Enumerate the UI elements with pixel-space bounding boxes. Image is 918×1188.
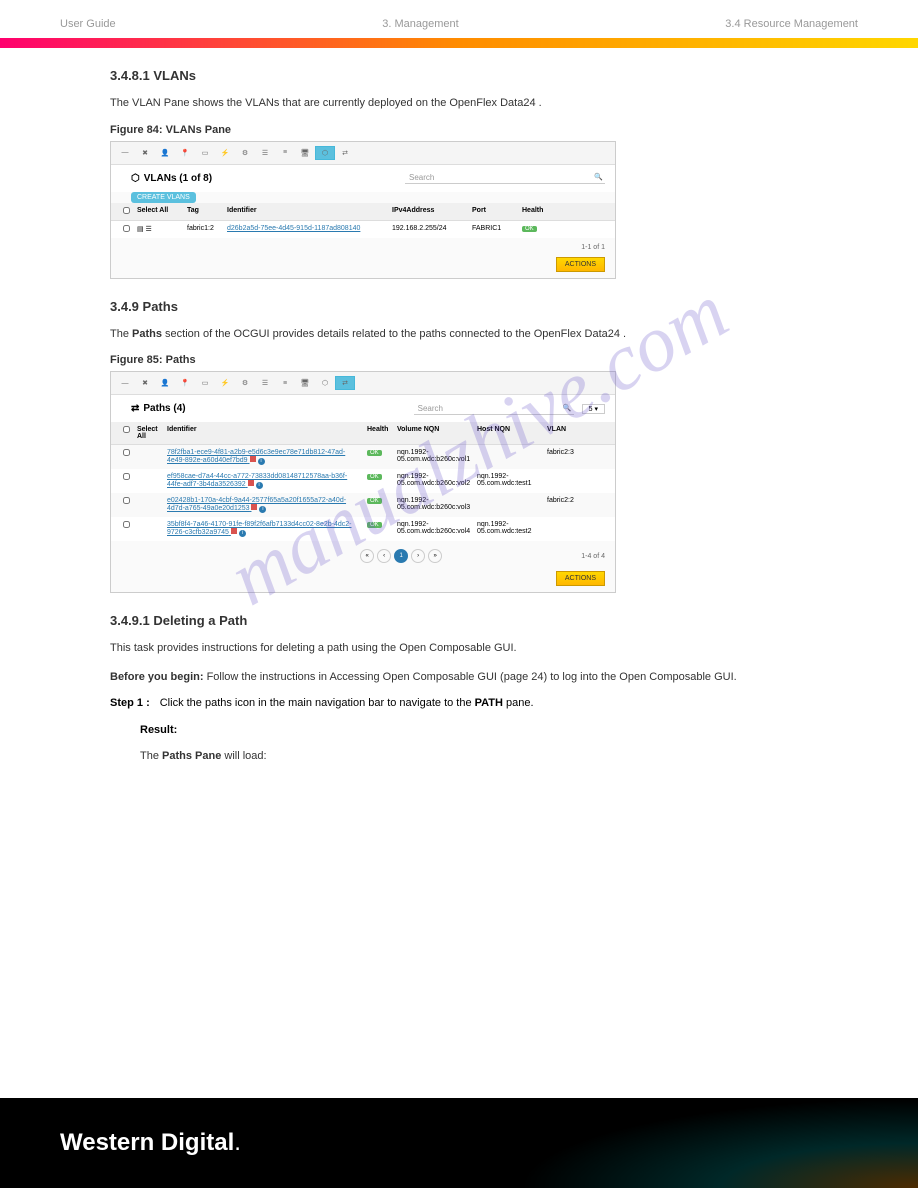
row-checkbox[interactable] xyxy=(123,225,130,232)
gear-icon[interactable]: ⚙ xyxy=(235,146,255,160)
stack-icon[interactable]: ≡ xyxy=(275,376,295,390)
monitor-icon[interactable]: 🖥 xyxy=(295,146,315,160)
identifier-link[interactable]: 35bf8f4-7a46-4170-91fe-f89f2f6afb7133d4c… xyxy=(165,520,365,538)
result-label: Result: xyxy=(140,724,858,736)
info-icon[interactable]: i xyxy=(259,506,266,513)
user-icon[interactable]: 👤 xyxy=(155,376,175,390)
footer-wave-graphic xyxy=(518,1098,918,1188)
section-title-vlans: 3.4.8.1 VLANs xyxy=(110,68,858,83)
monitor-icon[interactable]: 🖥 xyxy=(295,376,315,390)
identifier-link[interactable]: e02428b1-170a-4cbf-9a44-2577f65a5a20f165… xyxy=(165,496,365,514)
tools-icon[interactable]: ✖ xyxy=(135,376,155,390)
section-title-paths: 3.4.9 Paths xyxy=(110,299,858,314)
step-1: Step 1 : Click the paths icon in the mai… xyxy=(110,697,858,709)
delete-intro: This task provides instructions for dele… xyxy=(110,640,858,657)
paths-icon[interactable]: ⇄ xyxy=(335,146,355,160)
identifier-link[interactable]: 78f2fba1-ece9-4f81-a2b9-e5d6c3e9ec78e71d… xyxy=(165,448,365,466)
vlan-title-icon: ⬡ xyxy=(131,173,140,184)
page-next[interactable]: › xyxy=(411,549,425,563)
info-icon[interactable]: i xyxy=(258,458,265,465)
paths-intro: The Paths section of the OCGUI provides … xyxy=(110,326,858,343)
signal-icon[interactable]: ⚡ xyxy=(215,376,235,390)
location-icon[interactable]: 📍 xyxy=(175,376,195,390)
row-checkbox[interactable] xyxy=(123,497,130,504)
page-1[interactable]: 1 xyxy=(394,549,408,563)
minimize-icon[interactable]: — xyxy=(115,376,135,390)
host-icon[interactable]: ▭ xyxy=(195,376,215,390)
delete-icon[interactable] xyxy=(231,528,237,534)
tree-icon[interactable]: ☰ xyxy=(255,146,275,160)
stack-icon[interactable]: ≡ xyxy=(275,146,295,160)
table-row: ▤ ☰ fabric1:2 d26b2a5d-75ee-4d45-915d-11… xyxy=(111,221,615,238)
screenshot-vlans: — ✖ 👤 📍 ▭ ⚡ ⚙ ☰ ≡ 🖥 ⬡ ⇄ ⬡VLANs (1 of 8) … xyxy=(110,141,616,279)
row-checkbox[interactable] xyxy=(123,449,130,456)
table-header: Select All Identifier Health Volume NQN … xyxy=(111,422,615,445)
paths-title-icon: ⇄ xyxy=(131,403,139,414)
host-icon[interactable]: ▭ xyxy=(195,146,215,160)
pagination: 1-4 of 4 xyxy=(581,553,605,560)
table-row: e02428b1-170a-4cbf-9a44-2577f65a5a20f165… xyxy=(111,493,615,517)
health-badge: OK xyxy=(522,226,537,232)
location-icon[interactable]: 📍 xyxy=(175,146,195,160)
pagination-controls: « ‹ 1 › » xyxy=(356,545,446,567)
pane-title: ⇄Paths (4) xyxy=(121,397,196,420)
tools-icon[interactable]: ✖ xyxy=(135,146,155,160)
user-icon[interactable]: 👤 xyxy=(155,146,175,160)
minimize-icon[interactable]: — xyxy=(115,146,135,160)
search-input[interactable]: Search xyxy=(414,403,574,415)
page-size-select[interactable]: 5 ▾ xyxy=(582,404,605,414)
info-icon[interactable]: i xyxy=(256,482,263,489)
header-center: 3. Management xyxy=(382,18,458,30)
identifier-link[interactable]: ef958cae-d7a4-44cc-a772-73833dd081487125… xyxy=(165,472,365,490)
table-row: 35bf8f4-7a46-4170-91fe-f89f2f6afb7133d4c… xyxy=(111,517,615,541)
page-header: User Guide 3. Management 3.4 Resource Ma… xyxy=(0,0,918,38)
create-vlans-button[interactable]: CREATE VLANS xyxy=(131,192,196,203)
info-icon[interactable]: i xyxy=(239,530,246,537)
vlan-icon[interactable]: ⬡ xyxy=(315,376,335,390)
page-footer: Western Digital. xyxy=(0,1098,918,1188)
signal-icon[interactable]: ⚡ xyxy=(215,146,235,160)
pane-title: ⬡VLANs (1 of 8) xyxy=(121,167,222,190)
page-first[interactable]: « xyxy=(360,549,374,563)
actions-button[interactable]: ACTIONS xyxy=(556,257,605,272)
vlans-intro: The VLAN Pane shows the VLANs that are c… xyxy=(110,95,858,112)
figure-title-paths: Figure 85: Paths xyxy=(110,354,858,366)
delete-icon[interactable] xyxy=(251,504,257,510)
page-last[interactable]: » xyxy=(428,549,442,563)
table-row: ef958cae-d7a4-44cc-a772-73833dd081487125… xyxy=(111,469,615,493)
pagination: 1-1 of 1 xyxy=(581,244,605,251)
paths-icon[interactable]: ⇄ xyxy=(335,376,355,390)
vlan-icon[interactable]: ⬡ xyxy=(315,146,335,160)
identifier-link[interactable]: d26b2a5d-75ee-4d45-915d-1187ad808140 xyxy=(225,224,390,235)
before-begin: Before you begin: Follow the instruction… xyxy=(110,669,858,686)
toolbar: — ✖ 👤 📍 ▭ ⚡ ⚙ ☰ ≡ 🖥 ⬡ ⇄ xyxy=(111,372,615,395)
actions-button[interactable]: ACTIONS xyxy=(556,571,605,586)
gradient-bar xyxy=(0,38,918,48)
row-checkbox[interactable] xyxy=(123,473,130,480)
figure-title-vlans: Figure 84: VLANs Pane xyxy=(110,124,858,136)
toolbar: — ✖ 👤 📍 ▭ ⚡ ⚙ ☰ ≡ 🖥 ⬡ ⇄ xyxy=(111,142,615,165)
table-row: 78f2fba1-ece9-4f81-a2b9-e5d6c3e9ec78e71d… xyxy=(111,445,615,469)
select-all-checkbox[interactable] xyxy=(123,426,130,433)
table-header: Select All Tag Identifier IPv4Address Po… xyxy=(111,203,615,221)
screenshot-paths: — ✖ 👤 📍 ▭ ⚡ ⚙ ☰ ≡ 🖥 ⬡ ⇄ ⇄Paths (4) Searc… xyxy=(110,371,616,593)
select-all-checkbox[interactable] xyxy=(123,207,130,214)
tree-icon[interactable]: ☰ xyxy=(255,376,275,390)
result-text: The Paths Pane will load: xyxy=(140,748,858,765)
row-checkbox[interactable] xyxy=(123,521,130,528)
footer-logo: Western Digital. xyxy=(60,1129,241,1157)
page-prev[interactable]: ‹ xyxy=(377,549,391,563)
delete-icon[interactable] xyxy=(248,480,254,486)
search-input[interactable]: Search xyxy=(405,172,605,184)
header-left: User Guide xyxy=(60,18,116,30)
gear-icon[interactable]: ⚙ xyxy=(235,376,255,390)
header-right: 3.4 Resource Management xyxy=(725,18,858,30)
section-title-delete: 3.4.9.1 Deleting a Path xyxy=(110,613,858,628)
delete-icon[interactable] xyxy=(250,456,256,462)
